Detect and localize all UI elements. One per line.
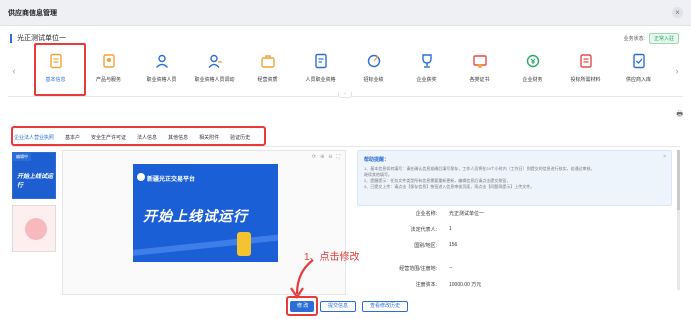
tab-divider: [12, 146, 680, 147]
banner-stripe: [133, 233, 278, 257]
business-status: 业务状态: 正常入驻: [624, 33, 679, 44]
zoom-in-icon[interactable]: ⊕: [320, 154, 324, 160]
nav-item-9[interactable]: 企业财务: [506, 47, 559, 95]
nav-item-label: 各类证书: [469, 77, 490, 83]
nav-item-label: 招标业绩: [363, 77, 384, 83]
zoom-out-icon[interactable]: ⊖: [328, 154, 332, 160]
chevron-left-icon[interactable]: ‹: [10, 65, 18, 77]
nav-item-label: 供应商入库: [625, 77, 651, 83]
products-icon: [101, 53, 117, 71]
supplier-entry-icon: [631, 53, 647, 71]
nav-item-label: 企业获奖: [416, 77, 437, 83]
collapse-icon[interactable]: ⌃: [338, 92, 352, 98]
nav-item-3[interactable]: 职业资格人员调动: [188, 47, 241, 95]
help-notice: 帮助提醒： 1、基本信息如何填写：请在确认信息准确后填写保存，工作人员将在24个…: [357, 150, 672, 206]
submit-info-button[interactable]: 提交信息: [320, 301, 357, 312]
nav-item-10[interactable]: 投标所需材料: [559, 47, 612, 95]
bid-performance-icon: [366, 53, 382, 71]
modal-titlebar: 供应商信息管理: [0, 0, 691, 26]
nav-item-label: 职业资格人员调动: [194, 77, 235, 83]
finance-icon: [525, 53, 541, 71]
form-label: 企业名称:: [415, 211, 437, 217]
staff-transfer-icon: [207, 53, 223, 71]
nav-item-5[interactable]: 人员职业资格: [294, 47, 347, 95]
form-value: 光正测试单位一: [449, 211, 485, 217]
chevron-right-icon[interactable]: ›: [673, 65, 681, 77]
scrollbar[interactable]: [677, 150, 680, 290]
certificates-icon: [472, 53, 488, 71]
staff-certificate-icon: [313, 53, 329, 71]
banner-headline: 开始上线试运行: [143, 208, 248, 224]
form-value: --: [449, 265, 453, 271]
license-image: 新疆光正交易平台 开始上线试运行: [133, 164, 278, 262]
thumbnail-text: 开始上线试运行: [17, 174, 54, 189]
thumbnail-1[interactable]: 编辑中 开始上线试运行: [12, 152, 56, 199]
nav-item-2[interactable]: 职业资格人员: [135, 47, 188, 95]
printer-icon[interactable]: 🖶: [676, 110, 683, 121]
highlight-box-nav: [34, 43, 86, 96]
bid-materials-icon: [578, 53, 594, 71]
highlight-box-tabs: [11, 126, 266, 146]
company-header: 光正测试单位一: [10, 33, 66, 43]
module-nav-items: 基本信息 产品与服务 职业资格人员 职业资格人员调动 经营资质 人员职业资格 招标业绩 企业获…: [29, 47, 665, 95]
form-value: 1: [449, 226, 452, 232]
banner-brand: 新疆光正交易平台: [147, 177, 196, 183]
form-row: 国别/地区: 156: [357, 242, 657, 251]
banner-figure: [237, 232, 251, 256]
nav-item-label: 人员职业资格: [305, 77, 336, 83]
nav-item-label: 经营资质: [257, 77, 278, 83]
nav-item-4[interactable]: 经营资质: [241, 47, 294, 95]
nav-item-label: 产品与服务: [95, 77, 121, 83]
form-value: 10000.00 万元: [449, 282, 482, 288]
nav-item-11[interactable]: 供应商入库: [612, 47, 665, 95]
nav-item-label: 职业资格人员: [146, 77, 177, 83]
form-value: 156: [449, 242, 458, 248]
module-nav: ‹ 基本信息 产品与服务 职业资格人员 职业资格人员调动 经营资质 人员职业资格 招标业绩企…: [8, 47, 683, 97]
fullscreen-icon[interactable]: ⛶: [336, 154, 340, 160]
accent-bar: [10, 33, 12, 43]
close-icon[interactable]: ×: [672, 7, 683, 18]
platform-logo-icon: [137, 173, 145, 181]
notice-line: 3、已提交上传：请点击【保存信息】按钮进入信息审核页面，再点击【问题再提示】上传…: [364, 184, 535, 189]
thumbnail-2[interactable]: [12, 205, 56, 252]
modal-title: 供应商信息管理: [8, 9, 57, 17]
nav-item-7[interactable]: 企业获奖: [400, 47, 453, 95]
business-status-label: 业务状态:: [623, 36, 645, 42]
annotation-arrow-icon: [290, 259, 314, 299]
viewer-toolbar: ⟳ ⊕ ⊖ ⛶: [312, 154, 340, 160]
form-row: 企业名称: 光正测试单位一: [357, 210, 657, 219]
nav-item-1[interactable]: 产品与服务: [82, 47, 135, 95]
nav-item-label: 投标所需材料: [570, 77, 601, 83]
nav-item-label: 企业财务: [522, 77, 543, 83]
form-row: 经营范围/注册地: --: [357, 265, 657, 274]
form-label: 经营范围/注册地:: [399, 266, 437, 272]
form-row: 法定代表人: 1: [357, 226, 657, 235]
notice-lines: 1、基本信息如何填写：请在确认信息准确后填写保存，工作人员将在24个小时内（工作…: [364, 166, 665, 190]
highlight-box-edit: [286, 296, 318, 316]
status-badge: 正常入驻: [648, 33, 679, 44]
form-row: 注册资本: 10000.00 万元: [357, 281, 657, 290]
rotate-icon[interactable]: ⟳: [312, 154, 316, 160]
nav-item-6[interactable]: 招标业绩: [347, 47, 400, 95]
nav-item-8[interactable]: 各类证书: [453, 47, 506, 95]
company-name: 光正测试单位一: [17, 35, 66, 42]
qualified-staff-icon: [154, 53, 170, 71]
notice-close-icon[interactable]: ×: [663, 154, 666, 160]
editing-tag: 编辑中: [13, 153, 31, 161]
scrollbar-thumb[interactable]: [677, 150, 680, 210]
form-label: 法定代表人:: [410, 227, 437, 233]
award-icon: [419, 53, 435, 71]
supplier-info-modal: 供应商信息管理 × 光正测试单位一 业务状态: 正常入驻 ‹ 基本信息 产品与服务…: [0, 0, 691, 319]
view-history-button[interactable]: 查看修改历史: [362, 301, 409, 312]
form-label: 注册资本:: [415, 282, 437, 288]
notice-heading: 帮助提醒：: [364, 157, 390, 163]
thumbnail-image: [25, 218, 47, 240]
business-qualification-icon: [260, 53, 276, 71]
form-label: 国别/地区:: [414, 243, 437, 249]
